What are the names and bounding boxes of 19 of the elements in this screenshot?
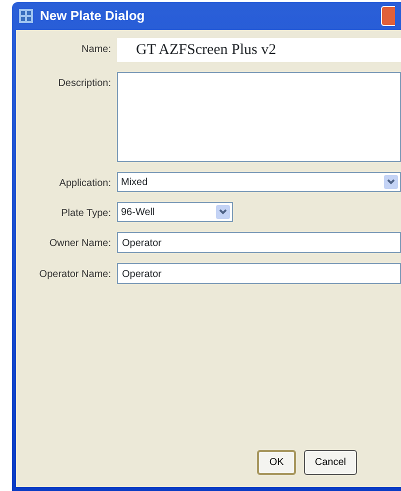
description-field[interactable] xyxy=(117,72,401,162)
caret-icon xyxy=(384,175,398,189)
text-field[interactable]: Operator xyxy=(117,263,401,284)
field-label: Description: xyxy=(57,77,112,91)
app-icon xyxy=(18,8,34,24)
field-label: Name: xyxy=(80,43,112,57)
text-field[interactable]: Operator xyxy=(117,232,401,253)
field-label: Owner Name: xyxy=(48,237,112,251)
dropdown[interactable]: Mixed xyxy=(117,172,401,192)
close-button[interactable] xyxy=(381,6,395,26)
field-label: Operator Name: xyxy=(38,268,112,282)
window-title: New Plate Dialog xyxy=(40,7,145,26)
cancel-button[interactable]: Cancel xyxy=(304,450,357,475)
dropdown[interactable]: 96-Well xyxy=(117,202,233,222)
field-label: Plate Type: xyxy=(60,207,112,221)
field-label: Application: xyxy=(58,177,112,191)
caret-icon xyxy=(216,205,230,219)
ok-button[interactable]: OK xyxy=(257,450,296,475)
text-field[interactable]: GT AZFScreen Plus v2 xyxy=(117,38,401,62)
